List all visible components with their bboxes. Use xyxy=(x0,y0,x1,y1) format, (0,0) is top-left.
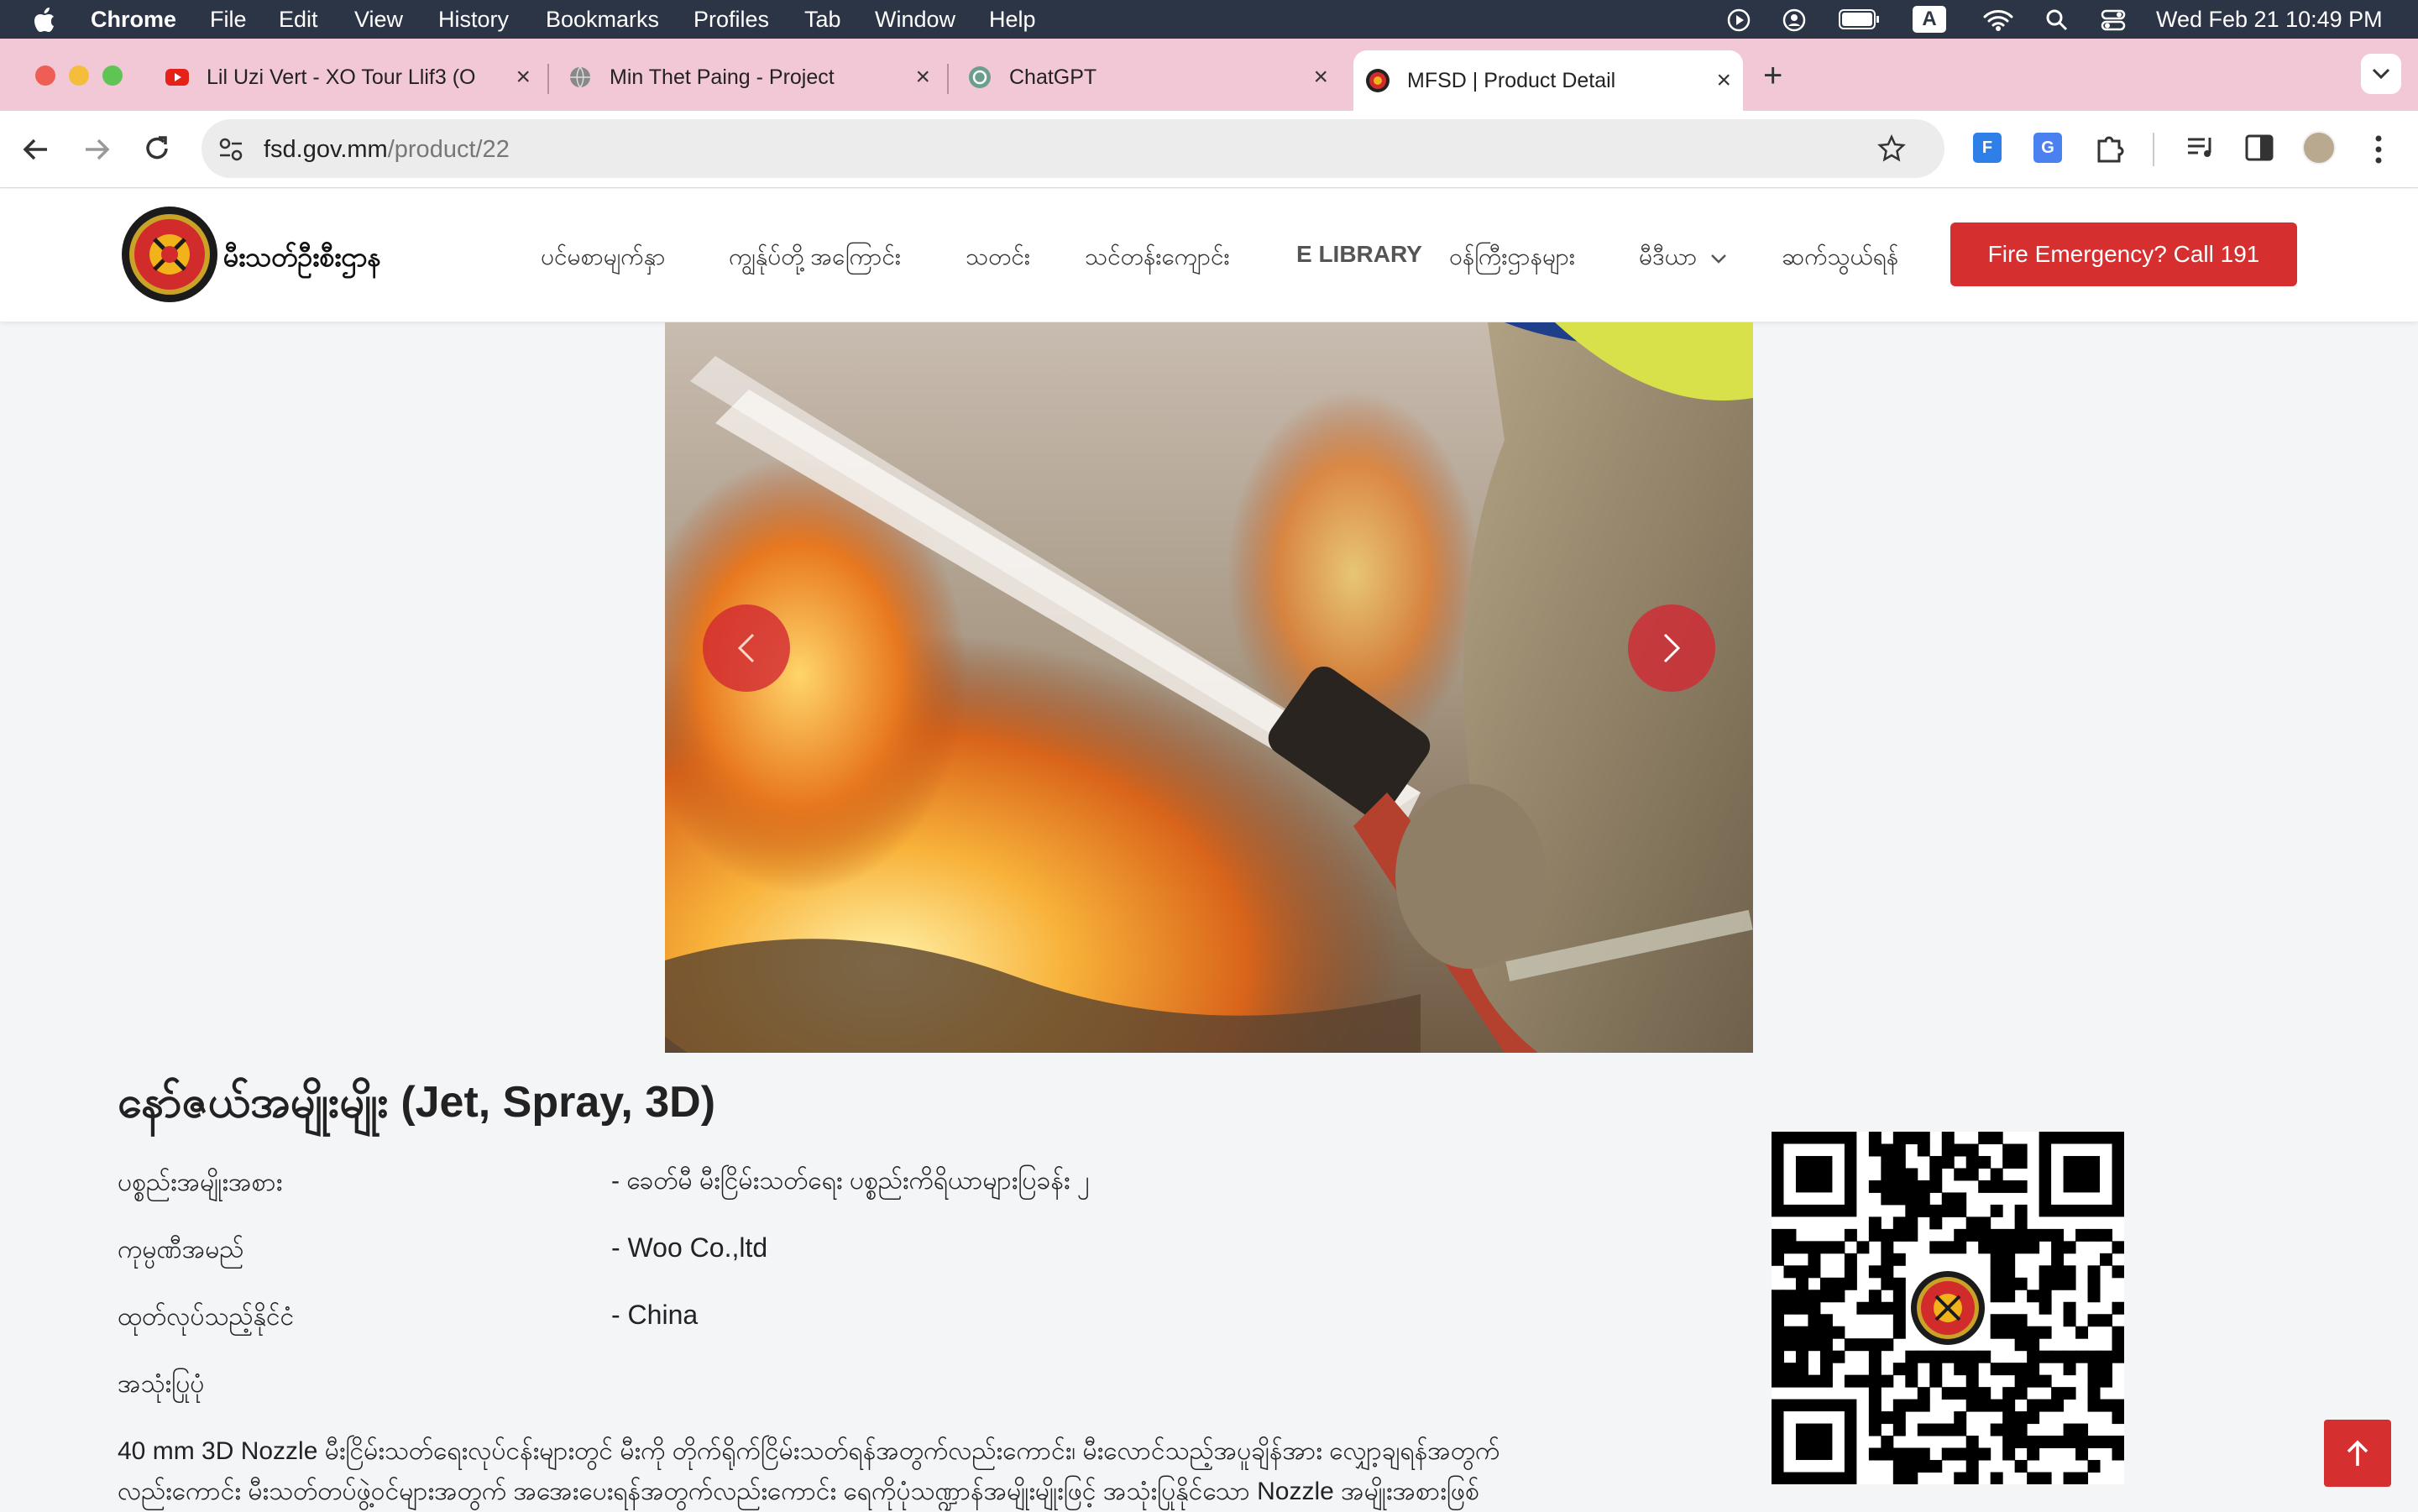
usage-label: အသုံးပြုပုံ xyxy=(118,1370,205,1398)
nav-training-school[interactable]: သင်တန်းကျောင်း xyxy=(1085,241,1230,276)
nav-about[interactable]: ကျွန်ုပ်တို့ အကြောင်း xyxy=(729,241,901,276)
tab-close-icon[interactable]: × xyxy=(516,63,531,92)
browser-toolbar: fsd.gov.mm/product/22 F G xyxy=(0,111,2418,188)
tab-title: ChatGPT xyxy=(1009,65,1097,89)
menu-tab[interactable]: Tab xyxy=(804,7,841,33)
google-translate-icon[interactable]: G xyxy=(2033,133,2062,163)
chevron-left-icon xyxy=(737,633,755,663)
tab-mfsd-product-detail[interactable]: MFSD | Product Detail × xyxy=(1353,50,1743,111)
back-to-top-button[interactable] xyxy=(2324,1420,2391,1487)
category-value: - ခေတ်မီ မီးငြိမ်းသတ်ရေး ပစ္စည်းကိရိယာမျ… xyxy=(611,1167,1090,1195)
window-close-button[interactable] xyxy=(35,65,55,86)
firefighter-hose-photo xyxy=(665,322,1753,1053)
tab-project[interactable]: Min Thet Paing - Project × xyxy=(568,50,930,104)
description-line: 40 mm 3D Nozzle မီးငြိမ်းသတ်ရေးလုပ်ငန်းမ… xyxy=(118,1437,1500,1465)
url-text[interactable]: fsd.gov.mm/product/22 xyxy=(264,136,510,164)
window-zoom-button[interactable] xyxy=(102,65,123,86)
user-status-icon[interactable] xyxy=(1782,8,1807,33)
translate-extension-icon[interactable]: F xyxy=(1973,133,2002,163)
profile-avatar[interactable] xyxy=(2302,131,2336,165)
carousel-next-button[interactable] xyxy=(1628,604,1715,692)
chatgpt-icon xyxy=(969,66,991,88)
chevron-down-icon xyxy=(2372,68,2390,80)
youtube-icon xyxy=(165,69,189,86)
menu-edit[interactable]: Edit xyxy=(279,7,318,33)
new-tab-button[interactable]: + xyxy=(1763,57,1782,95)
tab-close-icon[interactable]: × xyxy=(1716,66,1731,95)
apple-icon[interactable] xyxy=(34,8,55,33)
tab-title: Min Thet Paing - Project xyxy=(610,65,835,89)
nav-media[interactable]: မီဒီယာ xyxy=(1639,241,1727,276)
toolbar-divider xyxy=(2153,133,2154,166)
tab-youtube[interactable]: Lil Uzi Vert - XO Tour Llif3 (O × xyxy=(165,50,531,104)
globe-icon xyxy=(570,66,590,88)
media-queue-icon[interactable] xyxy=(2186,134,2216,161)
spotlight-search-icon[interactable] xyxy=(2045,8,2069,32)
play-status-icon[interactable] xyxy=(1726,8,1751,33)
macos-menubar: Chrome File Edit View History Bookmarks … xyxy=(0,0,2418,39)
battery-icon[interactable] xyxy=(1839,9,1881,29)
site-logo-text[interactable]: မီးသတ်ဦးစီးဌာန xyxy=(223,239,381,280)
more-menu-icon[interactable] xyxy=(2373,134,2384,165)
nav-ministries[interactable]: ဝန်ကြီးဌာနများ xyxy=(1449,241,1575,276)
address-bar[interactable]: fsd.gov.mm/product/22 xyxy=(202,119,1944,178)
window-minimize-button[interactable] xyxy=(69,65,89,86)
nav-e-library[interactable]: E LIBRARY xyxy=(1296,241,1422,268)
input-source-indicator[interactable]: A xyxy=(1913,6,1946,33)
mfsd-icon xyxy=(1366,69,1390,92)
menu-help[interactable]: Help xyxy=(989,7,1036,33)
tab-chatgpt[interactable]: ChatGPT × xyxy=(967,50,1328,104)
description-line: လည်းကောင်း မီးသတ်တပ်ဖွဲ့ဝင်များအတွက် အအေ… xyxy=(118,1478,1479,1505)
company-label: ကုမ္ပဏီအမည် xyxy=(118,1236,244,1263)
browser-tab-strip: Lil Uzi Vert - XO Tour Llif3 (O × Min Th… xyxy=(0,39,2418,111)
product-title: နော်ဇယ်အမျိုးမျိုး (Jet, Spray, 3D) xyxy=(118,1078,716,1127)
qr-code-pattern xyxy=(1772,1132,2125,1485)
nav-news[interactable]: သတင်း xyxy=(966,241,1030,276)
reload-icon[interactable] xyxy=(143,134,171,163)
nav-contact[interactable]: ဆက်သွယ်ရန် xyxy=(1782,241,1898,276)
control-center-icon[interactable] xyxy=(2101,8,2126,32)
company-value: - Woo Co.,ltd xyxy=(611,1232,768,1263)
product-qr-code xyxy=(1772,1132,2125,1485)
carousel-prev-button[interactable] xyxy=(703,604,790,692)
forward-icon[interactable] xyxy=(82,136,111,163)
tab-search-button[interactable] xyxy=(2361,54,2401,94)
menubar-app-name[interactable]: Chrome xyxy=(91,7,176,33)
menu-profiles[interactable]: Profiles xyxy=(693,7,769,33)
tab-title: Lil Uzi Vert - XO Tour Llif3 (O xyxy=(207,65,476,89)
tab-separator xyxy=(547,64,549,94)
tab-separator xyxy=(947,64,949,94)
extensions-puzzle-icon[interactable] xyxy=(2094,133,2124,163)
wifi-icon[interactable] xyxy=(1983,8,2013,32)
menu-file[interactable]: File xyxy=(210,7,247,33)
menu-window[interactable]: Window xyxy=(875,7,955,33)
chevron-right-icon xyxy=(1663,633,1681,663)
country-value: - China xyxy=(611,1300,699,1330)
menubar-datetime[interactable]: Wed Feb 21 10:49 PM xyxy=(2156,7,2383,33)
tab-close-icon[interactable]: × xyxy=(1313,63,1328,92)
url-domain: fsd.gov.mm xyxy=(264,136,388,163)
site-header: မီးသတ်ဦးစီးဌာန ပင်မစာမျက်နှာ ကျွန်ုပ်တို… xyxy=(0,189,2418,322)
nav-media-label: မီဒီယာ xyxy=(1639,243,1698,269)
tab-close-icon[interactable]: × xyxy=(915,63,930,92)
side-panel-icon[interactable] xyxy=(2245,134,2274,161)
category-label: ပစ္စည်းအမျိုးအစား xyxy=(118,1169,283,1196)
tab-title: MFSD | Product Detail xyxy=(1407,68,1616,92)
bookmark-star-icon[interactable] xyxy=(1877,134,1906,163)
back-icon[interactable] xyxy=(22,136,50,163)
fire-department-logo[interactable] xyxy=(121,206,218,303)
fire-emergency-call-button[interactable]: Fire Emergency? Call 191 xyxy=(1950,222,2297,286)
menu-bookmarks[interactable]: Bookmarks xyxy=(546,7,659,33)
chevron-down-icon xyxy=(1711,254,1726,264)
country-label: ထုတ်လုပ်သည့်နိုင်ငံ xyxy=(118,1303,295,1331)
menu-view[interactable]: View xyxy=(354,7,403,33)
menu-history[interactable]: History xyxy=(438,7,509,33)
site-settings-icon[interactable] xyxy=(218,138,243,161)
product-image-carousel xyxy=(665,322,1753,1053)
nav-home[interactable]: ပင်မစာမျက်နှာ xyxy=(541,241,666,276)
url-path: /product/22 xyxy=(387,136,510,163)
arrow-up-icon xyxy=(2347,1440,2368,1466)
